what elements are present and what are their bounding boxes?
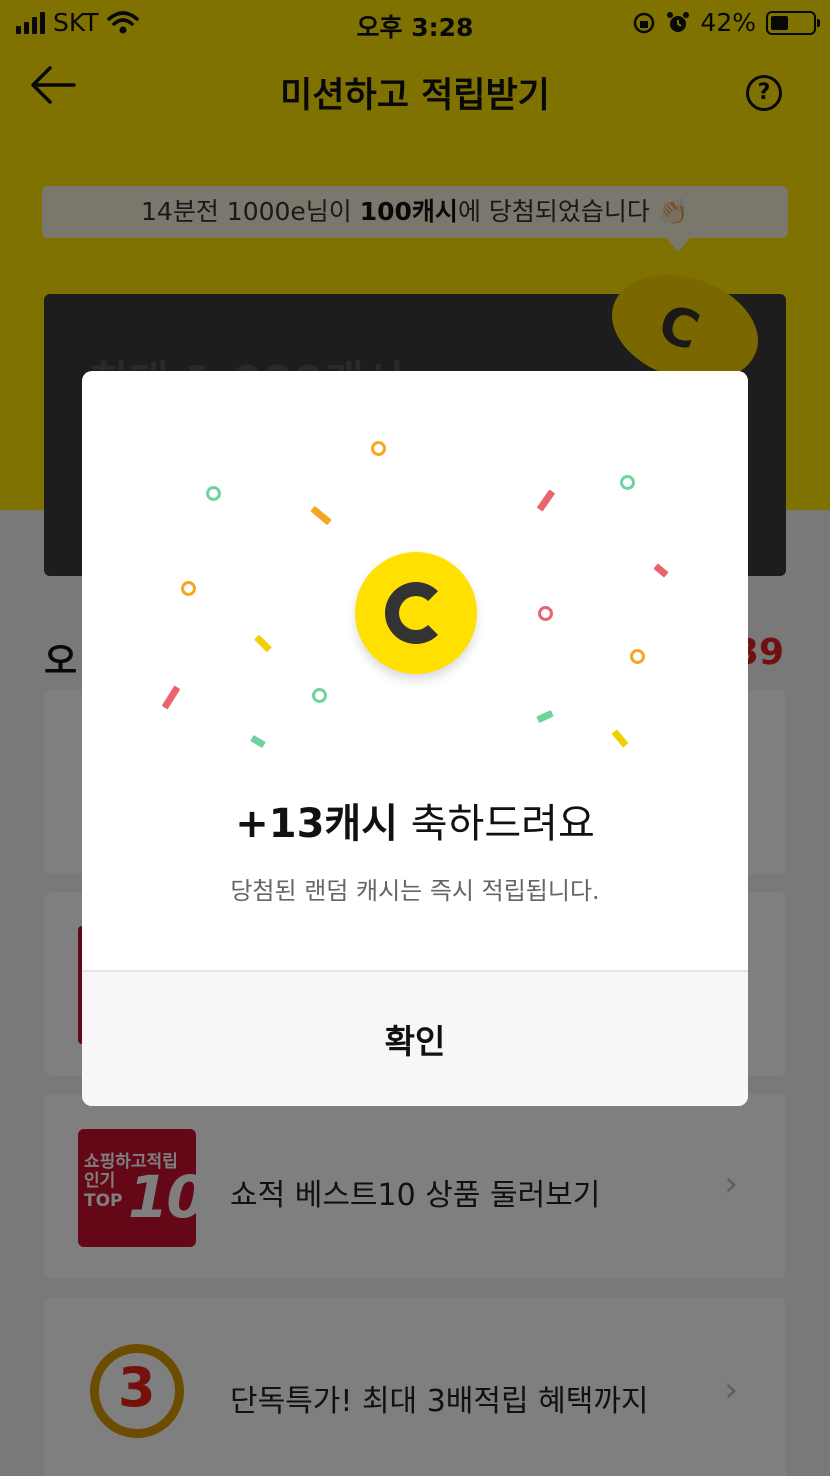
confetti-bar xyxy=(250,734,266,749)
confetti-bar xyxy=(536,489,556,512)
confetti-ring xyxy=(371,441,386,456)
reward-subtext: 당첨된 랜덤 캐시는 즉시 적립됩니다. xyxy=(230,877,600,905)
confetti-bar xyxy=(611,729,629,748)
confetti-ring xyxy=(620,475,635,490)
modal-footer: 확인 xyxy=(82,970,748,1106)
confetti-bar xyxy=(536,709,554,724)
reward-headline: +13캐시 축하드려요 xyxy=(82,791,748,849)
confetti-ring xyxy=(206,486,221,501)
confetti-bar xyxy=(161,685,181,710)
confetti-bar xyxy=(254,634,272,653)
confetti-bar xyxy=(653,563,669,578)
reward-modal: +13캐시 축하드려요 당첨된 랜덤 캐시는 즉시 적립됩니다. 확인 xyxy=(82,371,748,1106)
confetti-ring xyxy=(630,649,645,664)
coin-letter-c xyxy=(385,582,447,644)
reward-congrats: 축하드려요 xyxy=(398,801,595,847)
confetti-ring xyxy=(538,606,553,621)
cash-coin-icon xyxy=(355,552,477,674)
reward-amount: +13캐시 xyxy=(235,801,399,847)
confirm-button[interactable]: 확인 xyxy=(82,972,748,1106)
confetti-bar xyxy=(310,505,332,526)
confetti-ring xyxy=(181,581,196,596)
confetti-ring xyxy=(312,688,327,703)
